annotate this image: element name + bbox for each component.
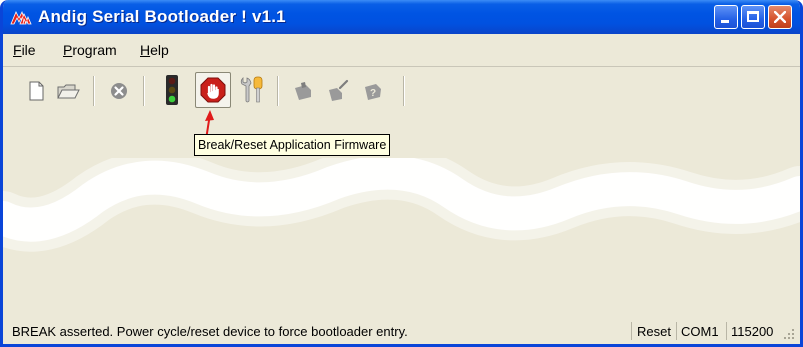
microchip-logo-icon (10, 10, 32, 25)
maximize-button[interactable] (741, 5, 765, 29)
break-reset-hand-icon (200, 77, 226, 103)
status-bar: BREAK asserted. Power cycle/reset device… (3, 318, 800, 344)
menu-help-rest: elp (150, 42, 169, 58)
minimize-button[interactable] (714, 5, 738, 29)
title-bar[interactable]: Andig Serial Bootloader ! v1.1 (3, 0, 800, 34)
new-file-icon[interactable] (23, 78, 49, 104)
write-icon[interactable] (290, 78, 316, 104)
toolbar-separator (403, 76, 405, 106)
verify-icon[interactable] (325, 78, 351, 104)
close-icon (774, 11, 786, 23)
menu-file-rest: ile (21, 42, 36, 58)
resize-grip-icon[interactable] (783, 328, 795, 340)
status-baud: 115200 (731, 324, 774, 339)
menu-help[interactable]: Help (140, 42, 169, 58)
window-title: Andig Serial Bootloader ! v1.1 (38, 7, 286, 26)
menu-file[interactable]: File (13, 42, 36, 58)
stop-icon[interactable] (106, 78, 132, 104)
status-divider (631, 322, 632, 340)
break-reset-button[interactable] (195, 72, 231, 108)
toolbar-separator (277, 76, 279, 106)
svg-text:?: ? (370, 88, 376, 99)
menu-program[interactable]: Program (63, 42, 117, 58)
toolbar-separator (143, 76, 145, 106)
close-button[interactable] (768, 5, 792, 29)
status-divider (676, 322, 677, 340)
menu-separator (3, 66, 800, 67)
toolbar: ? (3, 68, 800, 112)
status-message: BREAK asserted. Power cycle/reset device… (12, 324, 408, 339)
tooltip: Break/Reset Application Firmware (194, 134, 391, 156)
status-divider (726, 322, 727, 340)
menu-program-rest: rogram (72, 42, 117, 58)
open-folder-icon[interactable] (55, 78, 81, 104)
query-icon[interactable]: ? (359, 78, 385, 104)
status-port: COM1 (681, 324, 719, 339)
torn-edge-graphic (3, 158, 800, 252)
traffic-light-icon[interactable] (161, 74, 183, 106)
settings-tools-icon[interactable] (237, 75, 267, 105)
application-window: Andig Serial Bootloader ! v1.1 File Prog… (0, 0, 803, 347)
toolbar-separator (93, 76, 95, 106)
status-state: Reset (637, 324, 671, 339)
